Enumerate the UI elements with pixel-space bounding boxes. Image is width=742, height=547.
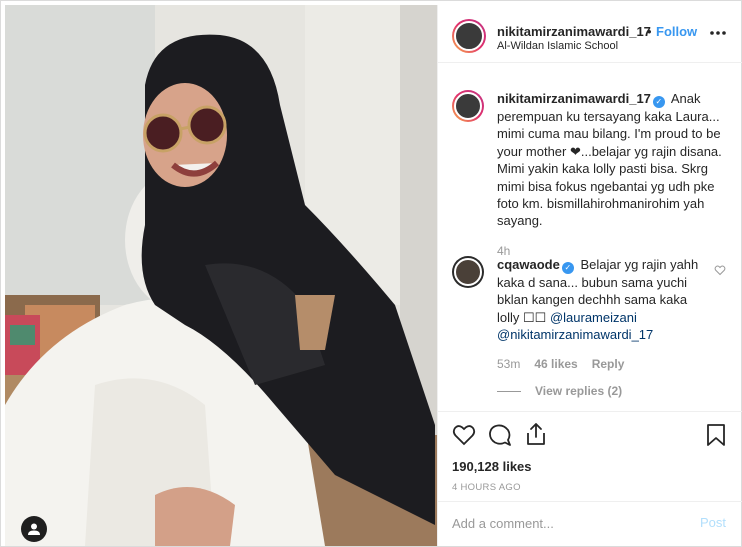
post-header: nikitamirzanimawardi_17 • Follow Al-Wild…	[438, 5, 742, 63]
comment-meta: 53m 46 likes Reply	[497, 356, 702, 373]
caption-avatar[interactable]	[452, 90, 484, 122]
heart-icon[interactable]	[452, 423, 476, 447]
likes-count[interactable]: 190,128 likes	[452, 459, 532, 474]
photo-illustration	[5, 5, 437, 546]
header-location[interactable]: Al-Wildan Islamic School	[497, 40, 618, 52]
user-tag-button[interactable]	[21, 516, 47, 542]
add-comment-bar: Post	[438, 501, 742, 546]
header-avatar[interactable]	[452, 19, 486, 53]
caption-text: Anak perempuan ku tersayang kaka Laura..…	[497, 91, 722, 229]
header-separator: •	[647, 24, 652, 39]
post-comment-button[interactable]: Post	[700, 515, 726, 530]
comment-reply-button[interactable]: Reply	[592, 356, 625, 373]
comment-icon[interactable]	[488, 423, 512, 447]
bookmark-icon[interactable]	[704, 423, 728, 447]
comment-likes[interactable]: 46 likes	[534, 356, 577, 373]
view-replies-line	[497, 391, 521, 393]
comment-username[interactable]: cqawaode	[497, 257, 560, 272]
view-replies-button[interactable]: View replies (2)	[497, 383, 702, 400]
post-side-panel: nikitamirzanimawardi_17 • Follow Al-Wild…	[437, 5, 742, 546]
post-photo[interactable]	[5, 5, 437, 546]
more-options-icon[interactable]	[708, 25, 728, 41]
user-tag-icon	[28, 523, 40, 535]
caption-username[interactable]: nikitamirzanimawardi_17	[497, 91, 651, 106]
comments-list[interactable]: nikitamirzanimawardi_17 ✓ Anak perempuan …	[438, 63, 742, 411]
header-username[interactable]: nikitamirzanimawardi_17	[497, 24, 651, 39]
verified-badge-icon: ✓	[561, 262, 574, 274]
follow-button[interactable]: Follow	[656, 24, 697, 39]
posted-time[interactable]: 4 HOURS AGO	[452, 482, 521, 493]
comment-text-container: cqawaode ✓ Belajar yg rajin yahh kaka d s…	[497, 256, 702, 400]
caption-text-container: nikitamirzanimawardi_17 ✓ Anak perempuan …	[497, 90, 737, 260]
share-icon[interactable]	[524, 422, 548, 446]
verified-badge-icon: ✓	[652, 96, 665, 108]
comment-mention-2[interactable]: @nikitamirzanimawardi_17	[497, 327, 653, 342]
comment-avatar[interactable]	[452, 256, 484, 288]
view-replies-label: View replies (2)	[535, 384, 623, 399]
comment-mention-1[interactable]: @laurameizani	[550, 310, 637, 325]
comment-time[interactable]: 53m	[497, 356, 520, 373]
comment-like-heart-icon[interactable]	[714, 264, 726, 276]
add-comment-input[interactable]	[452, 513, 682, 533]
